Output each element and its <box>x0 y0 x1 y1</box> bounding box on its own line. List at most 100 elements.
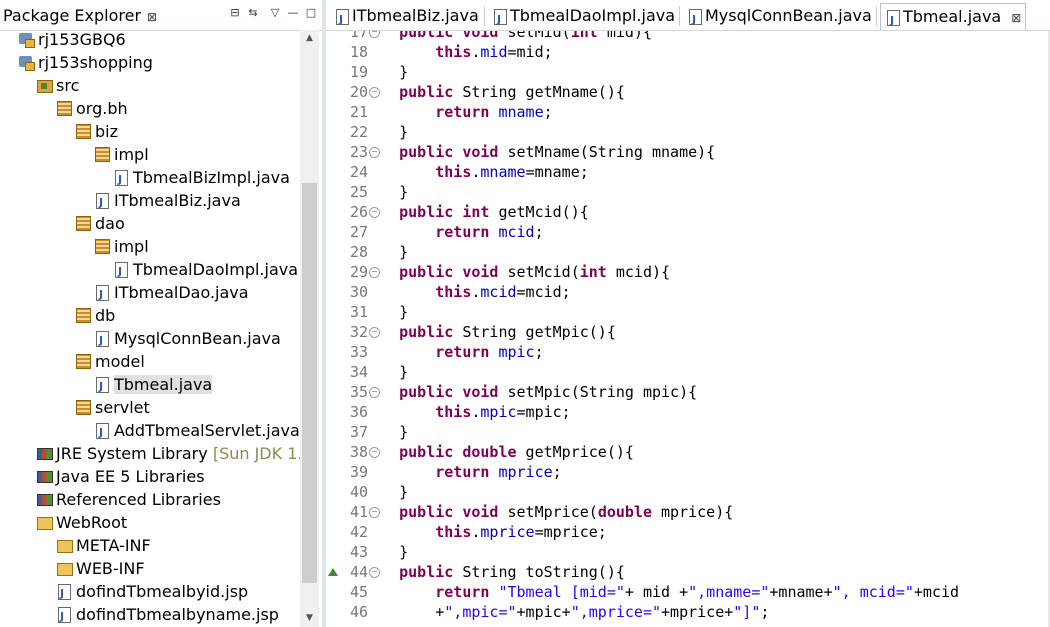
collapse-all-icon[interactable]: ⊟ <box>228 6 242 20</box>
folder-icon <box>56 560 73 576</box>
tree-item[interactable]: src <box>36 74 79 97</box>
tree-item[interactable]: JRE System Library [Sun JDK 1.6.0 <box>36 442 300 465</box>
tree-item[interactable]: TbmealBizImpl.java <box>113 166 290 191</box>
tree-item[interactable]: rj153GBQ6 <box>18 30 126 51</box>
tree-item[interactable]: dofindTbmealbyid.jsp <box>56 580 248 605</box>
code-token: getMprice(){ <box>516 443 634 461</box>
code-token: setMid( <box>498 31 571 41</box>
tree-item[interactable]: ITbmealDao.java <box>94 281 249 306</box>
tree-item[interactable]: servlet <box>75 396 150 419</box>
code-token: "]" <box>733 603 761 621</box>
tree-item[interactable]: TbmealDaoImpl.java <box>113 258 298 283</box>
editor-tab[interactable]: Tbmeal.java ⊠ <box>880 3 1026 34</box>
scrollbar-thumb[interactable] <box>302 183 317 583</box>
editor-tab[interactable]: MysqlConnBean.java <box>683 3 872 33</box>
code-token: mpic <box>480 403 517 421</box>
tree-item[interactable]: dao <box>75 212 125 235</box>
tree-item[interactable]: Tbmeal.java <box>94 373 213 398</box>
tree-item-label: dao <box>95 214 125 233</box>
code-token: return <box>435 103 490 121</box>
code-line: public String toString(){ <box>363 562 625 582</box>
tree-item[interactable]: META-INF <box>56 534 151 557</box>
tree-item[interactable]: Java EE 5 Libraries <box>36 465 205 488</box>
package-explorer-tab[interactable]: Package Explorer ⊠ <box>0 2 171 29</box>
code-token: mprice <box>498 463 553 481</box>
code-line: } <box>363 482 408 502</box>
java-editor[interactable]: 17−18 19 20−21 22 23−24 25 26−27 28 29−30 31 32−33… <box>326 31 1050 627</box>
code-line: } <box>363 242 408 262</box>
code-token: ; <box>552 463 562 481</box>
code-token: +mcid <box>913 583 960 601</box>
tree-item[interactable]: model <box>75 350 145 373</box>
minimize-icon[interactable]: — <box>286 6 300 20</box>
code-token: ", mcid=" <box>832 583 914 601</box>
tree-item[interactable]: biz <box>75 120 118 143</box>
code-token: } <box>363 483 409 501</box>
code-token: this <box>435 523 472 541</box>
tree-item-label: ITbmealDao.java <box>114 283 249 302</box>
java-icon <box>94 329 110 352</box>
tree-item[interactable]: rj153shopping <box>18 51 153 74</box>
scroll-up-icon[interactable]: ▲ <box>300 30 319 47</box>
code-area[interactable]: public void setMid(int mid){ this.mid=mi… <box>374 31 1050 627</box>
maximize-icon[interactable]: □ <box>304 6 318 20</box>
java-icon <box>94 283 110 306</box>
editor-tab[interactable]: TbmealDaoImpl.java <box>488 3 675 33</box>
code-token: int <box>462 203 490 221</box>
code-line: public void setMprice(double mprice){ <box>363 502 733 522</box>
code-token: setMpic(String mpic){ <box>498 383 698 401</box>
code-token: ; <box>760 603 770 621</box>
editor-tab[interactable]: ITbmealBiz.java <box>330 3 479 33</box>
tree-item[interactable]: dofindTbmealbyname.jsp <box>56 603 279 627</box>
code-line: this.mprice=mprice; <box>363 522 607 542</box>
tree-item[interactable]: WEB-INF <box>56 557 145 580</box>
code-token: } <box>363 183 409 201</box>
package-explorer-view: Package Explorer ⊠ ⊟ ⇆ ▽ — □ rj153GBQ6 rj153sh… <box>0 0 322 627</box>
tree-item-label: impl <box>114 145 149 164</box>
close-icon[interactable]: ⊠ <box>147 10 157 24</box>
code-token: } <box>363 63 409 81</box>
package-icon <box>94 238 110 254</box>
package-icon <box>75 399 91 415</box>
code-token: } <box>363 243 409 261</box>
java-icon <box>94 375 110 398</box>
close-icon[interactable]: ⊠ <box>1011 11 1021 25</box>
tree-item-label: src <box>56 76 80 95</box>
code-line: } <box>363 122 408 142</box>
tree-item[interactable]: ITbmealBiz.java <box>94 189 241 214</box>
tree-item[interactable]: WebRoot <box>36 511 127 534</box>
code-token: mprice <box>480 523 535 541</box>
scroll-down-icon[interactable]: ▼ <box>300 610 319 627</box>
code-token: ",mprice=" <box>570 603 662 621</box>
code-token: +mpic+ <box>516 603 571 621</box>
tree-item[interactable]: db <box>75 304 115 327</box>
link-with-editor-icon[interactable]: ⇆ <box>246 6 260 20</box>
tree-item[interactable]: impl <box>94 235 149 258</box>
tree-item[interactable]: Referenced Libraries <box>36 488 221 511</box>
vertical-scrollbar[interactable]: ▲ ▼ <box>300 30 319 627</box>
tree-item[interactable]: MysqlConnBean.java <box>94 327 281 352</box>
code-token: ; <box>534 223 544 241</box>
java-icon <box>94 191 110 214</box>
view-menu-icon[interactable]: ▽ <box>268 6 282 20</box>
code-token: =mname; <box>525 163 589 181</box>
code-token: setMname(String mname){ <box>498 143 716 161</box>
code-token: this <box>435 283 472 301</box>
code-token: mcid <box>498 223 535 241</box>
tree-item[interactable]: impl <box>94 143 149 166</box>
code-line: } <box>363 542 408 562</box>
tree-item[interactable]: org.bh <box>56 97 128 120</box>
code-line: } <box>363 302 408 322</box>
code-token: mprice){ <box>652 503 734 521</box>
tree-item-label: servlet <box>95 398 150 417</box>
code-token: +mname+ <box>769 583 833 601</box>
tree-item[interactable]: AddTbmealServlet.java <box>94 419 300 444</box>
